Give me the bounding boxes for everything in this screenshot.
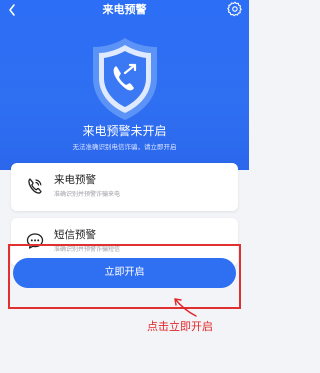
settings-button[interactable] (227, 1, 243, 17)
phone-icon (25, 176, 45, 196)
feature-name: 短信预警 (54, 229, 96, 241)
feature-card-call-alert[interactable]: 来电预警 准确识别并预警诈骗来电 (11, 163, 238, 211)
shield-illustration (88, 36, 162, 122)
feature-name: 来电预警 (54, 174, 96, 186)
annotation-text: 点击立即开启 (147, 320, 213, 333)
status-subtitle: 无法准确识别电信诈骗，请立即开启 (72, 143, 177, 151)
enable-now-button[interactable]: 立即开启 (13, 258, 236, 288)
feature-desc: 准确识别并预警诈骗来电 (54, 191, 121, 198)
page-title: 来电预警 (102, 3, 147, 16)
top-bar: 来电预警 (0, 0, 249, 24)
gear-icon (227, 1, 242, 17)
status-title: 来电预警未开启 (82, 124, 167, 138)
shield-phone-icon (93, 38, 157, 120)
